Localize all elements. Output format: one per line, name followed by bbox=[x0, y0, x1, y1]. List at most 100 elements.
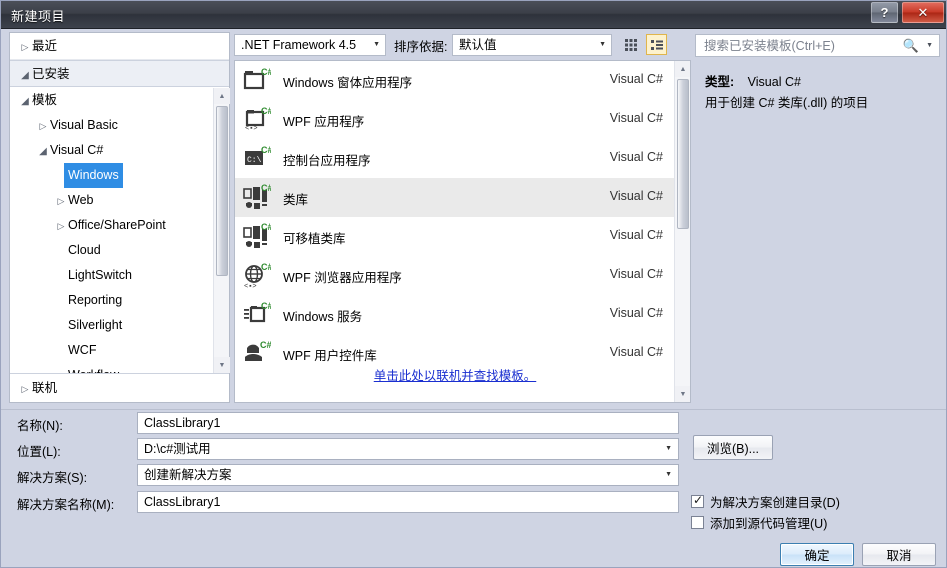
templates-scroll-thumb[interactable] bbox=[677, 79, 689, 229]
tree-item-label: 模板 bbox=[32, 93, 58, 107]
tree-item-label: LightSwitch bbox=[68, 268, 132, 282]
tree-item-label: Workflow bbox=[68, 363, 119, 373]
templates-scrollbar[interactable]: ▲ ▼ bbox=[674, 61, 690, 402]
chevron-right-icon[interactable] bbox=[18, 34, 32, 61]
create-directory-label: 为解决方案创建目录(D) bbox=[710, 496, 840, 510]
chevron-down-icon[interactable]: ▼ bbox=[926, 42, 933, 49]
tree-item-label: Windows bbox=[64, 163, 123, 188]
source-control-checkbox[interactable]: 添加到源代码管理(U) bbox=[691, 513, 827, 532]
tree-item-label: Silverlight bbox=[68, 318, 123, 332]
template-row[interactable]: C# Windows 窗体应用程序 Visual C# bbox=[235, 61, 675, 100]
close-icon: ✕ bbox=[917, 4, 929, 20]
tree-item-windows[interactable]: Windows bbox=[10, 163, 229, 188]
detail-type-row: 类型: Visual C# bbox=[705, 71, 801, 90]
template-language: Visual C# bbox=[609, 111, 663, 125]
grid-view-button[interactable] bbox=[620, 34, 641, 55]
help-button[interactable]: ? bbox=[871, 2, 898, 23]
template-row[interactable]: C# 可移植类库 Visual C# bbox=[235, 217, 675, 256]
search-box[interactable]: 🔍 ▼ bbox=[695, 34, 940, 57]
name-input[interactable]: ClassLibrary1 bbox=[137, 412, 679, 434]
detail-type-label: 类型: bbox=[705, 75, 735, 89]
solution-label: 解决方案(S): bbox=[17, 471, 88, 485]
tree-item-visual-csharp[interactable]: Visual C# bbox=[10, 138, 229, 163]
scroll-down-icon[interactable]: ▼ bbox=[214, 357, 230, 373]
tree-item-cloud[interactable]: Cloud bbox=[10, 238, 229, 263]
chevron-right-icon[interactable] bbox=[54, 189, 68, 214]
svg-text:C#: C# bbox=[261, 106, 271, 116]
search-input[interactable] bbox=[702, 38, 902, 54]
search-icon[interactable]: 🔍 bbox=[903, 38, 919, 54]
solution-name-input[interactable]: ClassLibrary1 bbox=[137, 491, 679, 513]
checkbox-empty-icon[interactable] bbox=[691, 516, 704, 529]
templates-list: C# Windows 窗体应用程序 Visual C# <▪> C# WPF 应… bbox=[235, 61, 675, 373]
template-language: Visual C# bbox=[609, 228, 663, 242]
location-input[interactable]: D:\c#测试用 ▼ bbox=[137, 438, 679, 460]
chevron-down-icon[interactable]: ▼ bbox=[665, 439, 672, 459]
tree-item-wcf[interactable]: WCF bbox=[10, 338, 229, 363]
tree-item-office-sharepoint[interactable]: Office/SharePoint bbox=[10, 213, 229, 238]
chevron-down-icon[interactable]: ▼ bbox=[665, 465, 672, 485]
tree-item-workflow[interactable]: Workflow bbox=[10, 363, 229, 373]
checkbox-check-icon[interactable] bbox=[691, 493, 704, 508]
browse-button[interactable]: 浏览(B)... bbox=[693, 435, 773, 460]
cancel-button[interactable]: 取消 bbox=[862, 543, 936, 566]
list-view-button[interactable] bbox=[646, 34, 667, 55]
sidebar-section-online[interactable]: 联机 bbox=[10, 373, 229, 402]
chevron-down-icon[interactable] bbox=[18, 89, 32, 114]
template-details-panel: 类型: Visual C# 用于创建 C# 类库(.dll) 的项目 bbox=[695, 63, 940, 403]
bottom-divider bbox=[1, 409, 946, 410]
template-category-tree: 模板 Visual Basic Visual C# Windows Web Of… bbox=[10, 88, 229, 373]
template-row[interactable]: <▪> C# WPF 浏览器应用程序 Visual C# bbox=[235, 256, 675, 295]
framework-version-dropdown[interactable]: .NET Framework 4.5 ▼ bbox=[234, 34, 386, 56]
chevron-right-icon[interactable] bbox=[54, 214, 68, 239]
tree-item-label: Visual C# bbox=[50, 143, 104, 157]
detail-type-value: Visual C# bbox=[747, 75, 801, 89]
tree-item-web[interactable]: Web bbox=[10, 188, 229, 213]
close-button[interactable]: ✕ bbox=[902, 2, 944, 23]
wpf-user-control-icon: C# bbox=[245, 340, 271, 361]
ok-button[interactable]: 确定 bbox=[780, 543, 854, 566]
online-templates-link[interactable]: 单击此处以联机并查找模板。 bbox=[374, 369, 537, 383]
template-name: 控制台应用程序 bbox=[283, 154, 371, 168]
chevron-down-icon[interactable] bbox=[36, 139, 50, 164]
tree-item-templates[interactable]: 模板 bbox=[10, 88, 229, 113]
scroll-up-icon[interactable]: ▲ bbox=[214, 88, 230, 104]
tree-item-lightswitch[interactable]: LightSwitch bbox=[10, 263, 229, 288]
framework-version-value: .NET Framework 4.5 bbox=[241, 38, 357, 52]
tree-scroll-thumb[interactable] bbox=[216, 106, 228, 276]
svg-text:C:\: C:\ bbox=[247, 156, 262, 165]
solution-dropdown[interactable]: 创建新解决方案 ▼ bbox=[137, 464, 679, 486]
templates-toolbar: .NET Framework 4.5 ▼ 排序依据: 默认值 ▼ bbox=[234, 34, 691, 59]
chevron-down-icon[interactable] bbox=[18, 62, 32, 89]
tree-item-label: Visual Basic bbox=[50, 118, 118, 132]
solution-value: 创建新解决方案 bbox=[144, 468, 232, 482]
tree-item-label: Reporting bbox=[68, 293, 123, 307]
chevron-down-icon: ▼ bbox=[599, 41, 606, 48]
scroll-down-icon[interactable]: ▼ bbox=[675, 386, 690, 402]
sidebar-section-online-label: 联机 bbox=[32, 381, 58, 395]
template-name: WPF 用户控件库 bbox=[283, 349, 377, 363]
template-row[interactable]: C:\ C# 控制台应用程序 Visual C# bbox=[235, 139, 675, 178]
template-row[interactable]: C# Windows 服务 Visual C# bbox=[235, 295, 675, 334]
sort-by-dropdown[interactable]: 默认值 ▼ bbox=[452, 34, 612, 56]
solution-name-label: 解决方案名称(M): bbox=[17, 498, 115, 512]
chevron-right-icon[interactable] bbox=[18, 375, 32, 404]
create-directory-checkbox[interactable]: 为解决方案创建目录(D) bbox=[691, 492, 840, 511]
sort-by-value: 默认值 bbox=[459, 38, 497, 52]
template-row[interactable]: C# 类库 Visual C# bbox=[235, 178, 675, 217]
categories-panel: 最近 已安装 模板 Visual Basic Visual C# Windows… bbox=[9, 32, 230, 403]
tree-item-visual-basic[interactable]: Visual Basic bbox=[10, 113, 229, 138]
template-row[interactable]: <▪> C# WPF 应用程序 Visual C# bbox=[235, 100, 675, 139]
tree-item-label: Web bbox=[68, 193, 94, 207]
tree-scrollbar[interactable]: ▲ ▼ bbox=[213, 88, 230, 373]
sidebar-section-recent[interactable]: 最近 bbox=[10, 33, 229, 60]
chevron-right-icon[interactable] bbox=[36, 114, 50, 139]
templates-list-panel: C# Windows 窗体应用程序 Visual C# <▪> C# WPF 应… bbox=[234, 60, 691, 403]
sidebar-section-recent-label: 最近 bbox=[32, 39, 58, 53]
tree-item-silverlight[interactable]: Silverlight bbox=[10, 313, 229, 338]
tree-item-reporting[interactable]: Reporting bbox=[10, 288, 229, 313]
scroll-up-icon[interactable]: ▲ bbox=[675, 61, 690, 77]
template-name: Windows 窗体应用程序 bbox=[283, 76, 413, 90]
sidebar-section-installed-label: 已安装 bbox=[32, 67, 70, 81]
sidebar-section-installed[interactable]: 已安装 bbox=[10, 60, 229, 87]
